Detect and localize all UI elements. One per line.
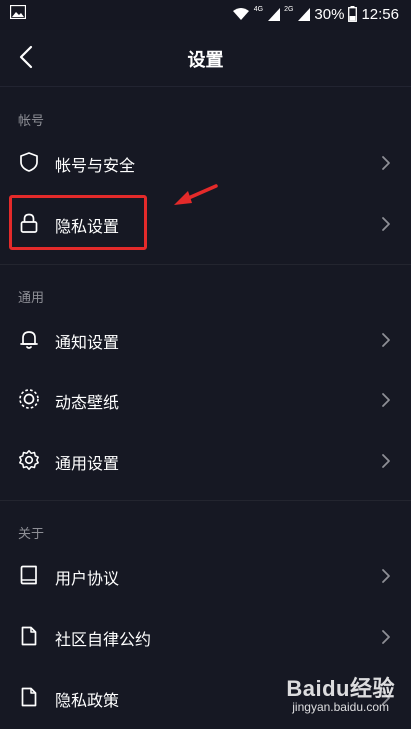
chevron-right-icon [382, 333, 390, 347]
chevron-right-icon [382, 217, 390, 231]
watermark-url: jingyan.baidu.com [292, 700, 389, 714]
signal-icon-b [298, 8, 311, 21]
network-type-b: 2G [284, 5, 294, 13]
settings-item-label: 社区自律公约 [55, 630, 152, 649]
settings-item-label: 用户协议 [55, 569, 120, 588]
network-type-a: 4G [253, 5, 264, 13]
signal-icon-a [268, 8, 281, 21]
annotation-arrow-icon [174, 184, 218, 205]
section-header-about: 关于 [18, 527, 45, 542]
settings-item-label: 动态壁纸 [55, 393, 120, 412]
status-indicators: 4G 2G 30% 12:56 [228, 4, 399, 24]
settings-item-label: 隐私政策 [55, 691, 120, 710]
document-icon [21, 687, 37, 707]
document-icon [21, 626, 37, 646]
divider [0, 86, 411, 87]
settings-item-user-agreement[interactable]: 用户协议 [0, 546, 411, 606]
status-bar: 4G 2G 30% 12:56 [0, 0, 411, 30]
settings-item-label: 通知设置 [55, 333, 120, 352]
highlight-box [9, 195, 147, 250]
section-divider [0, 500, 411, 501]
bell-icon [20, 331, 38, 349]
section-header-account: 帐号 [18, 114, 45, 129]
settings-item-label: 帐号与安全 [55, 156, 136, 175]
settings-item-label: 通用设置 [55, 454, 120, 473]
section-divider [0, 264, 411, 265]
watermark-logo: Baidu经验 [286, 676, 395, 701]
gallery-notification-icon [10, 5, 26, 19]
book-icon [20, 565, 37, 585]
chevron-right-icon [382, 156, 390, 170]
settings-item-dynamic-wallpaper[interactable]: 动态壁纸 [0, 370, 411, 430]
settings-item-community-guidelines[interactable]: 社区自律公约 [0, 607, 411, 667]
shield-icon [20, 152, 38, 172]
settings-item-general-settings[interactable]: 通用设置 [0, 431, 411, 491]
chevron-right-icon [382, 454, 390, 468]
chevron-right-icon [382, 630, 390, 644]
wifi-icon [232, 8, 249, 20]
nav-bar: 设置 [0, 30, 411, 85]
section-header-general: 通用 [18, 291, 45, 306]
dynamic-wallpaper-icon [19, 389, 39, 409]
page-title: 设置 [187, 50, 224, 71]
settings-item-notifications[interactable]: 通知设置 [0, 310, 411, 370]
battery-icon [348, 6, 358, 22]
chevron-right-icon [382, 569, 390, 583]
chevron-right-icon [382, 393, 390, 407]
baidu-jingyan-watermark: Baidu经验 jingyan.baidu.com [235, 671, 395, 719]
battery-percent: 30% [314, 5, 345, 23]
clock: 12:56 [361, 5, 399, 23]
gear-icon [19, 450, 39, 470]
